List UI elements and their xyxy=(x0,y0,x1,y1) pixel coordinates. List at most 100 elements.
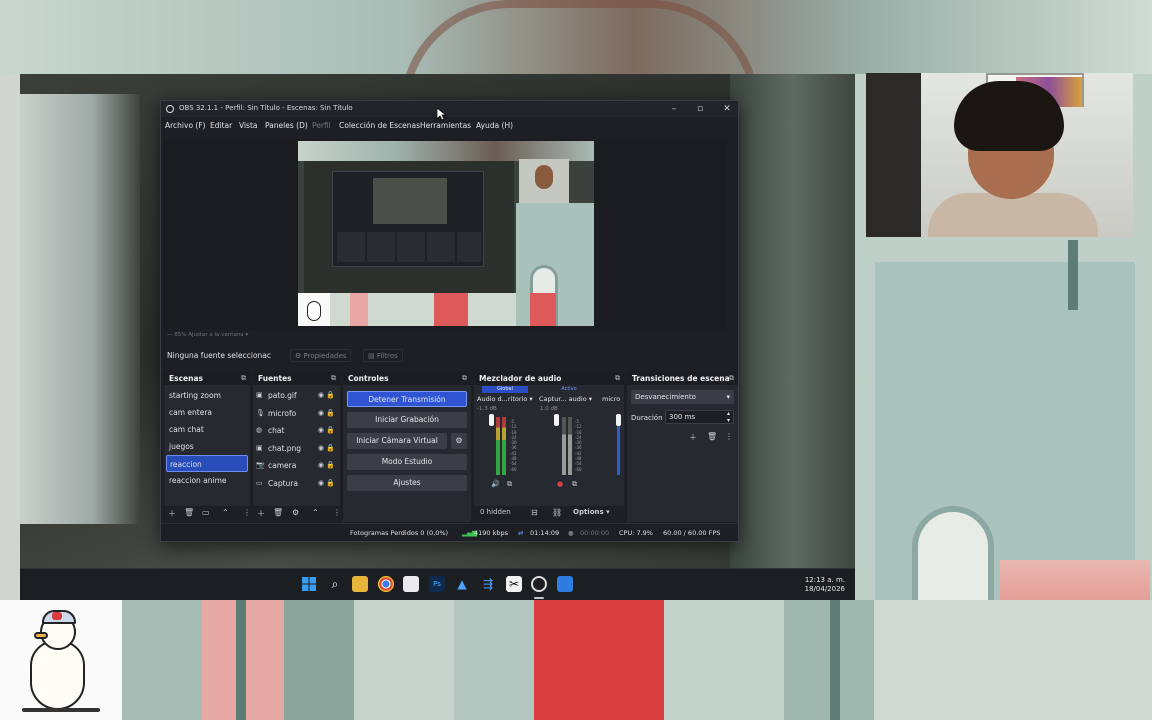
stop-streaming-button[interactable]: Detener Transmisión xyxy=(347,391,467,407)
speaker-muted-icon[interactable]: ● xyxy=(557,480,563,488)
tab-global[interactable]: Global xyxy=(482,386,528,393)
tab-active[interactable]: Activo xyxy=(546,386,592,393)
trash-icon[interactable]: 🗑 xyxy=(273,508,283,517)
studio-mode-button[interactable]: Modo Estudio xyxy=(347,454,467,470)
lock-icon[interactable]: 🔒 xyxy=(326,475,335,493)
volume-fader[interactable] xyxy=(554,414,559,426)
source-item[interactable]: 🎙 microfo ◉ 🔒 xyxy=(253,405,340,423)
trash-icon[interactable]: 🗑 xyxy=(707,432,717,441)
photoshop-icon[interactable]: Ps xyxy=(429,576,445,592)
zoom-control[interactable]: — 85% Ajustar a la ventana ▾ xyxy=(167,332,248,338)
folder-icon[interactable] xyxy=(352,576,368,592)
undock-icon[interactable]: ⧉ xyxy=(729,372,734,385)
scene-item[interactable]: juegos xyxy=(164,438,250,455)
options-menu[interactable]: Options ▾ xyxy=(573,508,610,516)
minimize-button[interactable]: – xyxy=(667,103,681,115)
undock-icon[interactable]: ⧉ xyxy=(241,372,246,385)
monitor-icon[interactable]: ⧉ xyxy=(507,480,512,489)
remote-desktop-icon[interactable] xyxy=(557,576,573,592)
properties-button[interactable]: ⚙ Propiedades xyxy=(290,349,352,362)
lock-icon[interactable]: 🔒 xyxy=(326,457,335,475)
obs-icon[interactable] xyxy=(531,576,547,592)
lock-icon[interactable]: 🔒 xyxy=(326,387,335,405)
menu-vista[interactable]: Vista xyxy=(239,121,258,130)
webcam-overlay xyxy=(866,73,1133,237)
menu-perfil[interactable]: Perfil xyxy=(312,121,331,130)
add-icon[interactable]: ＋ xyxy=(168,508,176,519)
title-bar[interactable]: OBS 32.1.1 - Perfil: Sin Título - Escena… xyxy=(161,101,738,117)
camera-icon: 📷 xyxy=(256,461,265,469)
volume-fader[interactable] xyxy=(489,414,494,426)
settings-button[interactable]: Ajustes xyxy=(347,475,467,491)
menu-editar[interactable]: Editar xyxy=(210,121,232,130)
speaker-icon[interactable]: 🔊 xyxy=(491,480,500,488)
monitor-icon[interactable]: ⧉ xyxy=(572,480,577,489)
undock-icon[interactable]: ⧉ xyxy=(331,372,336,385)
source-item[interactable]: ▭ Captura ◉ 🔒 xyxy=(253,475,340,493)
volume-fader[interactable] xyxy=(616,414,621,426)
lock-icon[interactable]: 🔒 xyxy=(326,422,335,440)
visibility-icon[interactable]: ◉ xyxy=(318,422,324,440)
more-icon[interactable]: ⋮ xyxy=(333,508,341,517)
source-item[interactable]: ◍ chat ◉ 🔒 xyxy=(253,422,340,440)
visibility-icon[interactable]: ◉ xyxy=(318,387,324,405)
menu-paneles[interactable]: Paneles (D) xyxy=(265,121,308,130)
trash-icon[interactable]: 🗑 xyxy=(184,508,194,517)
scene-item[interactable]: cam chat xyxy=(164,421,250,438)
visibility-icon[interactable]: ◉ xyxy=(318,475,324,493)
channel-name: Captur... audio xyxy=(539,395,587,403)
vscode-icon[interactable]: ⇶ xyxy=(480,576,496,592)
hidden-count[interactable]: 0 hidden xyxy=(480,508,511,516)
transitions-dock: Transiciones de escena ⧉ Desvanecimiento… xyxy=(627,372,738,522)
visibility-icon[interactable]: ◉ xyxy=(318,405,324,423)
capcut-icon[interactable]: ✂ xyxy=(506,576,522,592)
duration-input[interactable]: 300 ms ▴ ▾ xyxy=(665,410,734,424)
source-item[interactable]: ▣ pato.gif ◉ 🔒 xyxy=(253,387,340,405)
channel-micro[interactable]: micro xyxy=(602,395,620,403)
start-recording-button[interactable]: Iniciar Grabación xyxy=(347,412,467,428)
store-icon[interactable] xyxy=(403,576,419,592)
program-preview[interactable] xyxy=(298,141,594,326)
more-icon[interactable]: ⋮ xyxy=(725,432,733,441)
chrome-icon[interactable] xyxy=(378,576,394,592)
menu-coleccion[interactable]: Colección de Escenas xyxy=(339,121,420,130)
virtual-camera-settings-icon[interactable]: ⚙ xyxy=(451,433,467,449)
transition-select[interactable]: Desvanecimiento ▾ xyxy=(631,390,734,404)
channel-capture-audio[interactable]: Captur... audio ▾ xyxy=(539,395,592,403)
app-icon[interactable]: ▲ xyxy=(454,576,470,592)
undock-icon[interactable]: ⧉ xyxy=(615,372,620,385)
more-icon[interactable]: ⋮ xyxy=(243,508,251,517)
undock-icon[interactable]: ⧉ xyxy=(462,372,467,385)
menu-ayuda[interactable]: Ayuda (H) xyxy=(476,121,513,130)
visibility-icon[interactable]: ◉ xyxy=(318,440,324,458)
virtual-camera-button[interactable]: Iniciar Cámara Virtual xyxy=(347,433,447,449)
filter-icon[interactable]: ▭ xyxy=(202,508,210,517)
add-icon[interactable]: ＋ xyxy=(257,508,265,519)
menu-archivo[interactable]: Archivo (F) xyxy=(165,121,206,130)
lock-icon[interactable]: 🔒 xyxy=(326,440,335,458)
source-item[interactable]: ▣ chat.png ◉ 🔒 xyxy=(253,440,340,458)
chevron-up-icon[interactable]: ⌃ xyxy=(222,508,229,517)
scene-item-active[interactable]: reaccion xyxy=(166,455,248,472)
chevron-up-icon[interactable]: ⌃ xyxy=(312,508,319,517)
system-clock[interactable]: 12:13 a. m. 18/04/2026 xyxy=(805,576,845,594)
close-button[interactable]: ✕ xyxy=(720,103,734,115)
scene-item[interactable]: reaccion anime xyxy=(164,472,250,489)
search-icon[interactable]: ⌕ xyxy=(327,576,343,592)
add-transition-icon[interactable]: ＋ xyxy=(689,432,697,443)
layout-icon[interactable]: ⊟ xyxy=(531,508,538,517)
source-item[interactable]: 📷 camera ◉ 🔒 xyxy=(253,457,340,475)
channel-desktop-audio[interactable]: Audio d...ritorio ▾ xyxy=(477,395,533,403)
spinner-icon[interactable]: ▴ ▾ xyxy=(727,410,730,424)
gear-icon[interactable]: ⚙ xyxy=(292,508,299,517)
menu-herramientas[interactable]: Herramientas xyxy=(420,121,471,130)
source-toolbar: Ninguna fuente seleccionac ⚙ Propiedades… xyxy=(164,349,734,363)
scene-item[interactable]: starting zoom xyxy=(164,387,250,404)
maximize-button[interactable]: ▫ xyxy=(693,103,707,115)
link-icon[interactable]: ⛓ xyxy=(552,508,562,517)
lock-icon[interactable]: 🔒 xyxy=(326,405,335,423)
filters-button[interactable]: ▤ Filtros xyxy=(363,349,403,362)
visibility-icon[interactable]: ◉ xyxy=(318,457,324,475)
windows-start-icon[interactable] xyxy=(301,577,317,593)
scene-item[interactable]: cam entera xyxy=(164,404,250,421)
